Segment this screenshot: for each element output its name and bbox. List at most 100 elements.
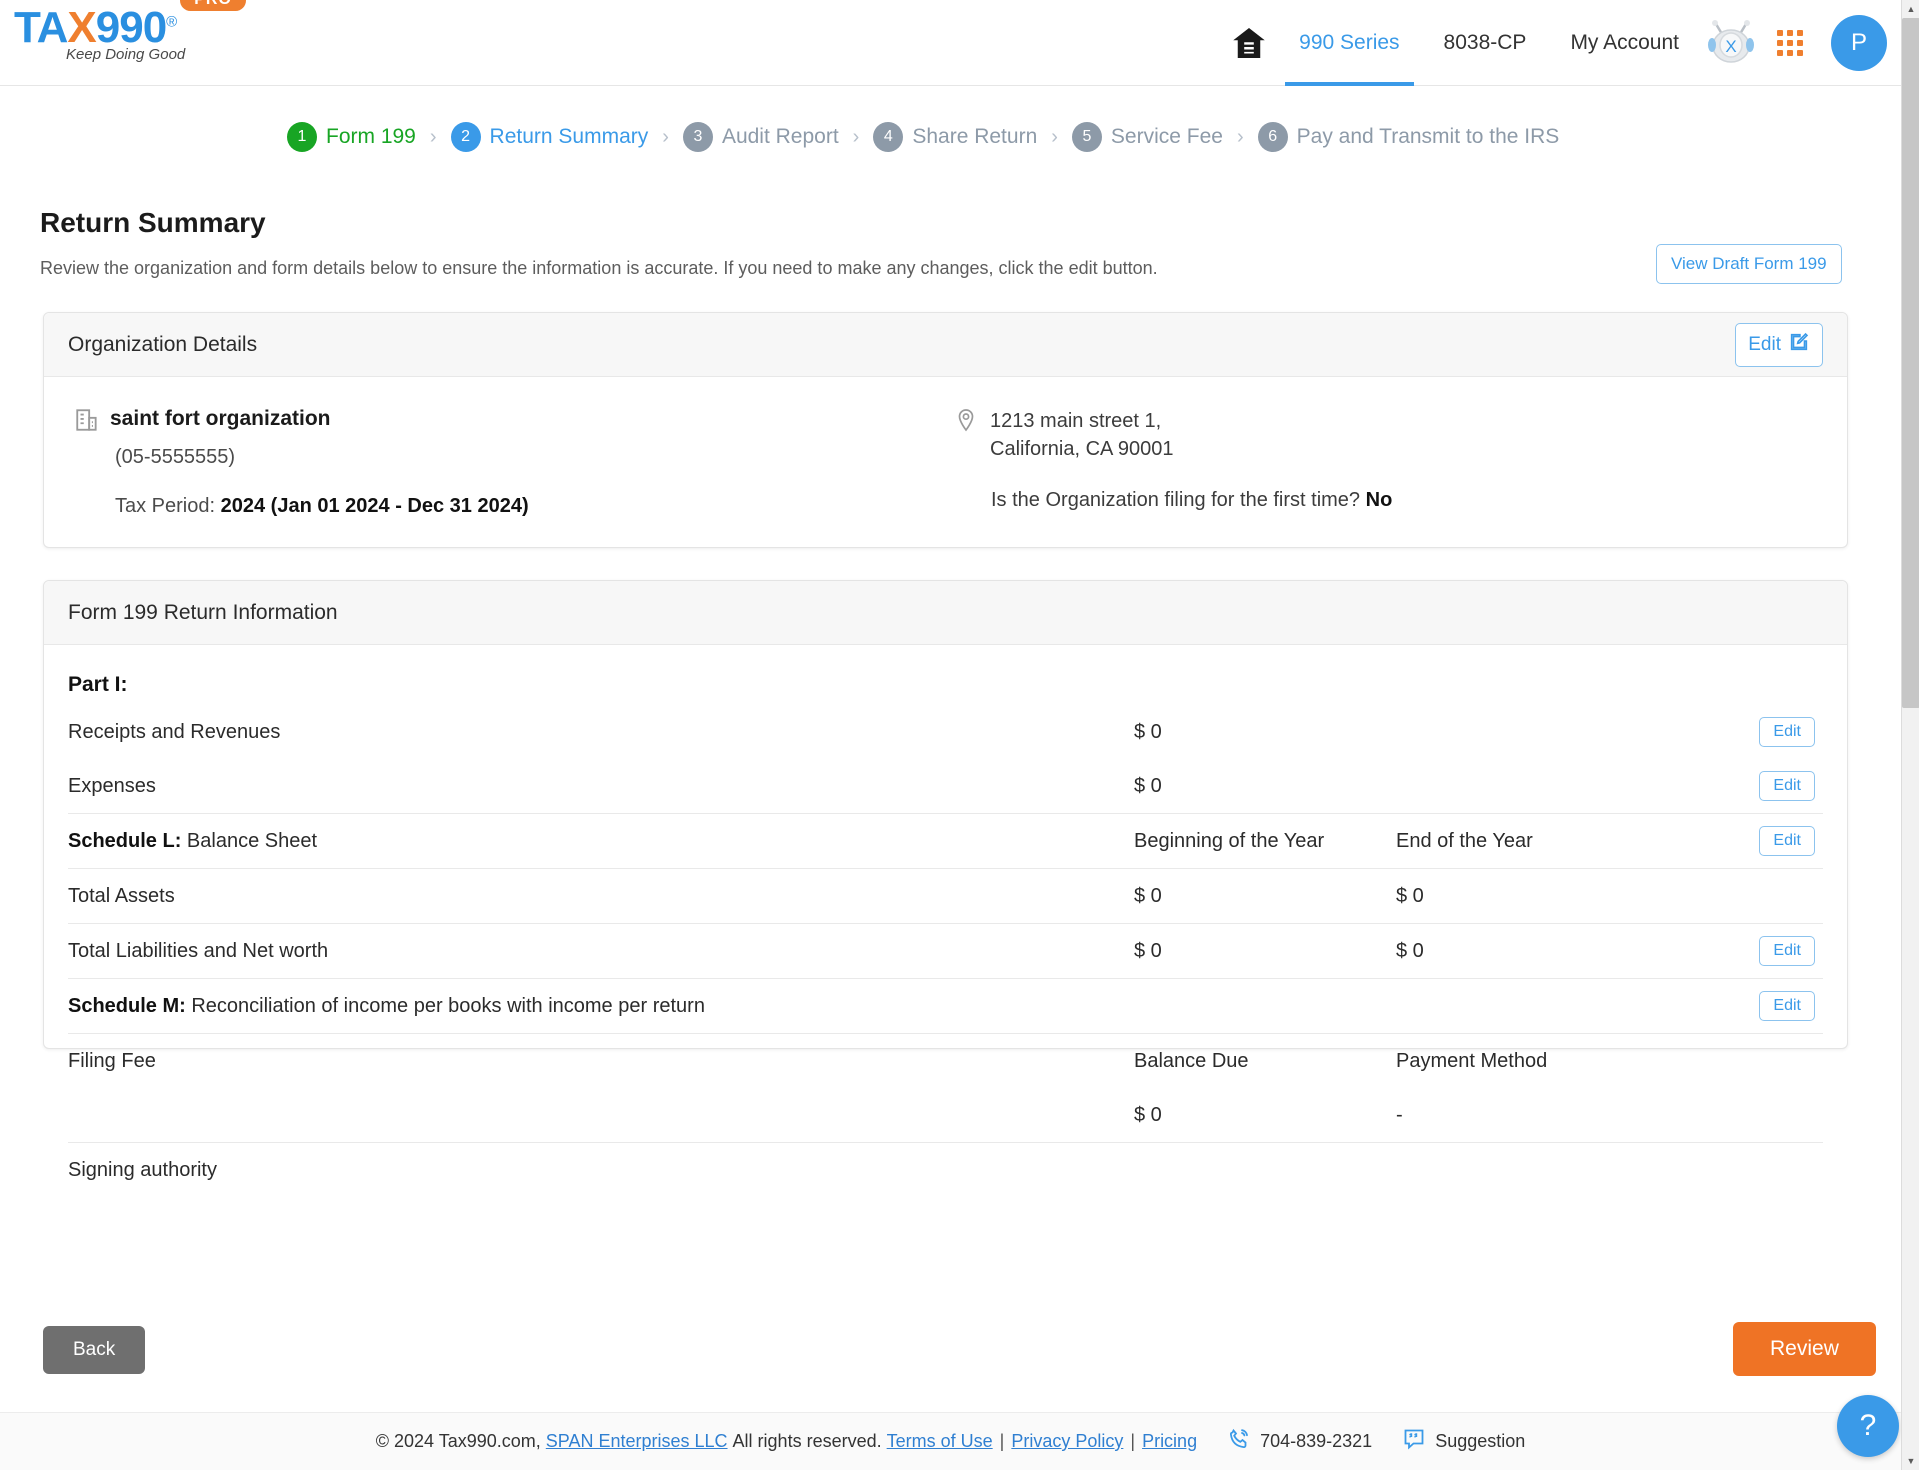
- row-label: Total Assets: [68, 884, 175, 907]
- row-actions: Edit: [1696, 826, 1823, 856]
- step-number: 2: [450, 122, 481, 152]
- step-form-199[interactable]: 1 Form 199: [287, 122, 416, 152]
- avatar[interactable]: P: [1831, 15, 1887, 71]
- edit-receipts-and-revenues-button[interactable]: Edit: [1759, 717, 1815, 747]
- edit-total-liabilities-button[interactable]: Edit: [1759, 936, 1815, 966]
- footer-separator: |: [1130, 1431, 1136, 1451]
- footer-company-link[interactable]: SPAN Enterprises LLC: [546, 1431, 728, 1452]
- breadcrumb: 1 Form 199 › 2 Return Summary › 3 Audit …: [287, 122, 1559, 152]
- phone-icon: [1227, 1427, 1251, 1456]
- schedule-m-label: Schedule M: Reconciliation of income per…: [68, 995, 1434, 1018]
- step-number: 4: [873, 122, 904, 152]
- tax-period-value: 2024 (Jan 01 2024 - Dec 31 2024): [220, 495, 529, 517]
- location-pin-icon: [954, 407, 978, 438]
- form-199-return-information-card: Form 199 Return Information Part I: Rece…: [43, 580, 1848, 1181]
- app-page: TAX990®PRO Keep Doing Good 990 Series 80…: [0, 0, 1919, 1470]
- row-value-a: $ 0: [1134, 720, 1162, 743]
- step-pay-and-transmit[interactable]: 6 Pay and Transmit to the IRS: [1257, 122, 1559, 152]
- tax-period: Tax Period: 2024 (Jan 01 2024 - Dec 31 2…: [115, 495, 954, 518]
- step-service-fee[interactable]: 5 Service Fee: [1071, 122, 1223, 152]
- form-199-header: Form 199 Return Information: [44, 581, 1847, 645]
- filing-fee-header-row: Filing Fee Balance Due Payment Method: [44, 1034, 1847, 1088]
- organization-details-card: Organization Details Edit saint fort org…: [43, 312, 1848, 548]
- review-button[interactable]: Review: [1733, 1322, 1876, 1376]
- edit-label: Edit: [1748, 333, 1781, 355]
- step-separator: ›: [1236, 125, 1244, 148]
- row-value-b: $ 0: [1396, 939, 1424, 962]
- row-value-a: $ 0: [1134, 774, 1162, 797]
- nav-label: 8038-CP: [1443, 31, 1527, 54]
- schedule-l-label: Schedule L: Balance Sheet: [68, 830, 1134, 853]
- organization-left-column: saint fort organization (05-5555555) Tax…: [74, 407, 954, 547]
- step-audit-report[interactable]: 3 Audit Report: [682, 122, 839, 152]
- footer-suggestion[interactable]: Suggestion: [1402, 1427, 1525, 1456]
- page-subtitle: Review the organization and form details…: [40, 258, 1158, 278]
- table-row: Receipts and Revenues $ 0 Edit: [44, 705, 1847, 759]
- footer-pricing-link[interactable]: Pricing: [1142, 1431, 1197, 1452]
- apps-grid-icon[interactable]: [1767, 30, 1813, 56]
- row-label: Total Liabilities and Net worth: [68, 939, 329, 962]
- row-value-a: $ 0: [1134, 939, 1162, 962]
- help-button[interactable]: ?: [1837, 1395, 1899, 1457]
- edit-pencil-icon: [1788, 331, 1810, 359]
- step-number: 3: [682, 122, 713, 152]
- row-label: Receipts and Revenues: [68, 720, 281, 743]
- row-value-a: $ 0: [1134, 884, 1162, 907]
- signing-authority-label: Signing authority: [68, 1158, 217, 1181]
- footer-terms-link[interactable]: Terms of Use: [887, 1431, 993, 1452]
- page-scrollbar[interactable]: ▲ ▼: [1901, 0, 1919, 1470]
- signing-authority-row: Signing authority: [44, 1143, 1847, 1197]
- registered-mark: ®: [166, 13, 177, 31]
- nav-item-8038-cp[interactable]: 8038-CP: [1422, 0, 1549, 86]
- logo-tax: TA: [14, 3, 68, 52]
- step-separator: ›: [429, 125, 437, 148]
- table-row: Total Assets $ 0 $ 0: [44, 869, 1847, 923]
- schedule-m-title: Reconciliation of income per books with …: [191, 994, 705, 1017]
- logo-x: X: [67, 3, 96, 52]
- back-button[interactable]: Back: [43, 1326, 146, 1374]
- step-separator: ›: [852, 125, 860, 148]
- scrollbar-thumb[interactable]: [1902, 18, 1919, 708]
- footer-privacy-link[interactable]: Privacy Policy: [1011, 1431, 1123, 1452]
- payment-method-value: -: [1396, 1103, 1403, 1126]
- schedule-l-prefix: Schedule L:: [68, 829, 182, 852]
- scroll-down-arrow-icon[interactable]: ▼: [1902, 1452, 1919, 1470]
- tax990-logo[interactable]: TAX990®PRO Keep Doing Good: [14, 0, 264, 80]
- step-return-summary[interactable]: 2 Return Summary: [450, 122, 648, 152]
- organization-details-body: saint fort organization (05-5555555) Tax…: [44, 377, 1847, 547]
- table-row: Expenses $ 0 Edit: [44, 759, 1847, 813]
- address-line-2: California, CA 90001: [990, 438, 1174, 461]
- row-actions: Edit: [1434, 991, 1823, 1021]
- step-label: Share Return: [912, 125, 1038, 148]
- pro-badge: PRO: [180, 0, 246, 12]
- schedule-l-header-row: Schedule L: Balance Sheet Beginning of t…: [44, 814, 1847, 868]
- row-value-b: $ 0: [1396, 884, 1424, 907]
- part-i-title: Part I:: [68, 673, 128, 696]
- nav-label: 990 Series: [1299, 31, 1400, 54]
- main-nav: 990 Series 8038-CP My Account X P: [1221, 0, 1887, 86]
- logo-wordmark: TAX990®PRO: [14, 0, 264, 52]
- organization-name-row: saint fort organization: [74, 407, 954, 438]
- app-footer: © 2024 Tax990.com, SPAN Enterprises LLC …: [0, 1412, 1901, 1470]
- edit-schedule-l-button[interactable]: Edit: [1759, 826, 1815, 856]
- card-title: Form 199 Return Information: [68, 600, 338, 624]
- edit-expenses-button[interactable]: Edit: [1759, 771, 1815, 801]
- home-icon[interactable]: [1221, 25, 1277, 61]
- suggestion-icon: [1402, 1427, 1426, 1456]
- nav-item-my-account[interactable]: My Account: [1548, 0, 1701, 86]
- organization-address-row: 1213 main street 1, California, CA 90001: [954, 407, 1817, 464]
- edit-schedule-m-button[interactable]: Edit: [1759, 991, 1815, 1021]
- step-share-return[interactable]: 4 Share Return: [873, 122, 1037, 152]
- step-label: Audit Report: [721, 125, 839, 148]
- balance-due-value: $ 0: [1134, 1103, 1162, 1126]
- view-draft-form-199-button[interactable]: View Draft Form 199: [1656, 244, 1842, 284]
- table-row: Total Liabilities and Net worth $ 0 $ 0 …: [44, 924, 1847, 978]
- chatbot-icon[interactable]: X: [1701, 18, 1761, 68]
- scroll-up-arrow-icon[interactable]: ▲: [1902, 0, 1919, 18]
- suggestion-label: Suggestion: [1435, 1431, 1526, 1451]
- edit-organization-button[interactable]: Edit: [1735, 322, 1823, 367]
- footer-phone[interactable]: 704-839-2321: [1227, 1427, 1372, 1456]
- nav-item-990-series[interactable]: 990 Series: [1277, 0, 1421, 86]
- first-time-value: No: [1365, 488, 1393, 511]
- column-header-end-of-year: End of the Year: [1396, 829, 1533, 852]
